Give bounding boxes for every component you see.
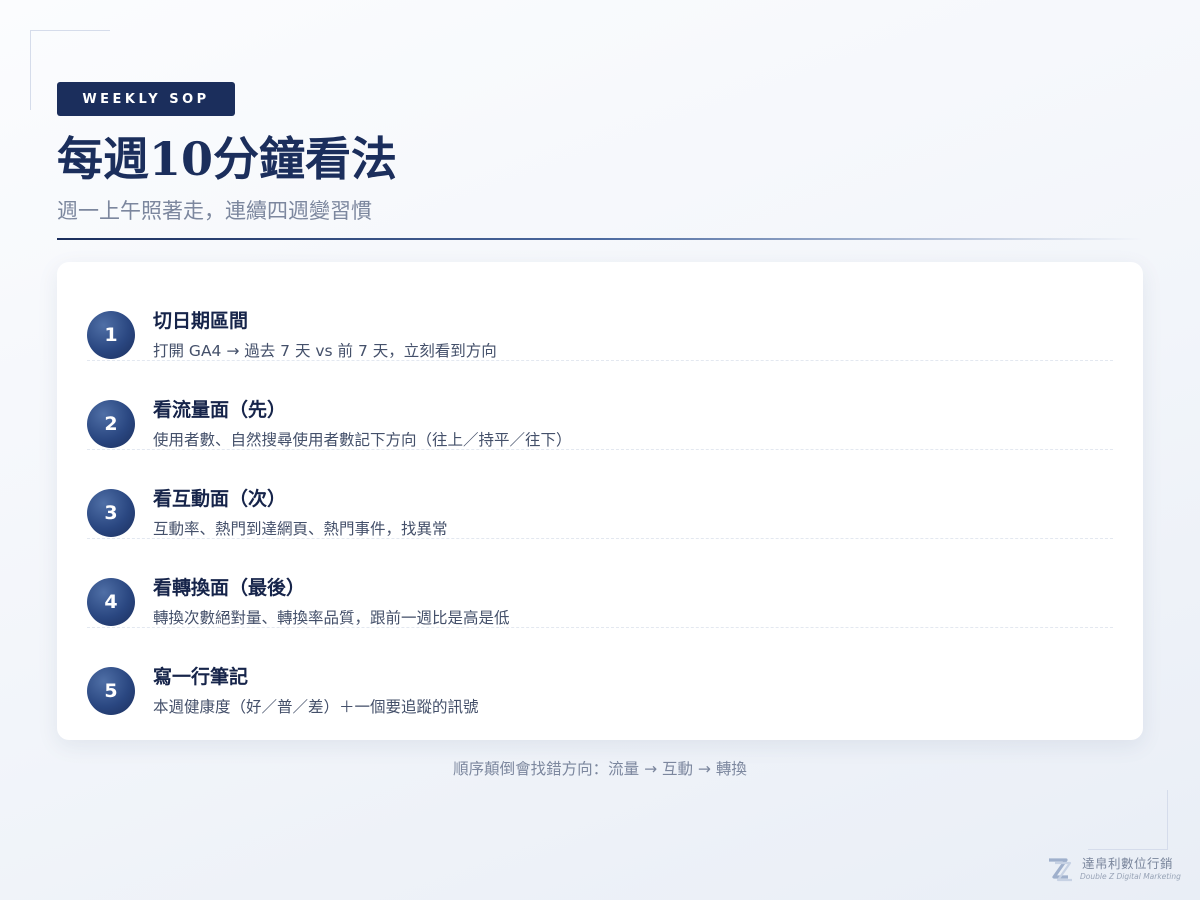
double-z-logo-icon	[1049, 858, 1072, 882]
step-title-3: 看互動面（次）	[153, 488, 287, 510]
step-item-2: 2 看流量面（先） 使用者數、自然搜尋使用者數記下方向（往上／持平／往下）	[87, 361, 1113, 450]
step-item-5: 5 寫一行筆記 本週健康度（好／普／差）＋一個要追蹤的訊號	[87, 628, 1113, 717]
step-number-4: 4	[87, 578, 135, 626]
step-title-5: 寫一行筆記	[153, 666, 249, 688]
step-item-4: 4 看轉換面（最後） 轉換次數絕對量、轉換率品質，跟前一週比是高是低	[87, 539, 1113, 628]
brand-mark: 達帛利數位行銷 Double Z Digital Marketing	[1046, 853, 1181, 889]
order-footnote: 順序顛倒會找錯方向：流量 → 互動 → 轉換	[453, 760, 747, 778]
step-desc-2: 使用者數、自然搜尋使用者數記下方向（往上／持平／往下）	[153, 431, 572, 449]
page-title: 每週10分鐘看法	[57, 132, 398, 186]
step-desc-3: 互動率、熱門到達網頁、熱門事件，找異常	[153, 520, 448, 538]
step-item-1: 1 切日期區間 打開 GA4 → 過去 7 天 vs 前 7 天，立刻看到方向	[87, 272, 1113, 361]
step-item-3: 3 看互動面（次） 互動率、熱門到達網頁、熱門事件，找異常	[87, 450, 1113, 539]
step-number-1: 1	[87, 311, 135, 359]
step-number-2: 2	[87, 400, 135, 448]
step-title-1: 切日期區間	[153, 310, 249, 332]
corner-decoration-bottom-right	[1088, 790, 1168, 850]
brand-tagline: Double Z Digital Marketing	[1080, 872, 1181, 881]
step-desc-1: 打開 GA4 → 過去 7 天 vs 前 7 天，立刻看到方向	[153, 342, 497, 360]
step-title-4: 看轉換面（最後）	[153, 577, 306, 599]
title-divider	[57, 238, 1142, 240]
step-title-2: 看流量面（先）	[153, 399, 287, 421]
steps-card: 1 切日期區間 打開 GA4 → 過去 7 天 vs 前 7 天，立刻看到方向 …	[57, 262, 1143, 740]
brand-name: 達帛利數位行銷	[1082, 856, 1174, 871]
weekly-sop-badge: WEEKLY SOP	[57, 82, 235, 116]
step-number-5: 5	[87, 667, 135, 715]
step-desc-5: 本週健康度（好／普／差）＋一個要追蹤的訊號	[153, 698, 479, 716]
step-desc-4: 轉換次數絕對量、轉換率品質，跟前一週比是高是低	[153, 609, 510, 627]
page-subtitle: 週一上午照著走，連續四週變習慣	[57, 199, 372, 223]
step-number-3: 3	[87, 489, 135, 537]
